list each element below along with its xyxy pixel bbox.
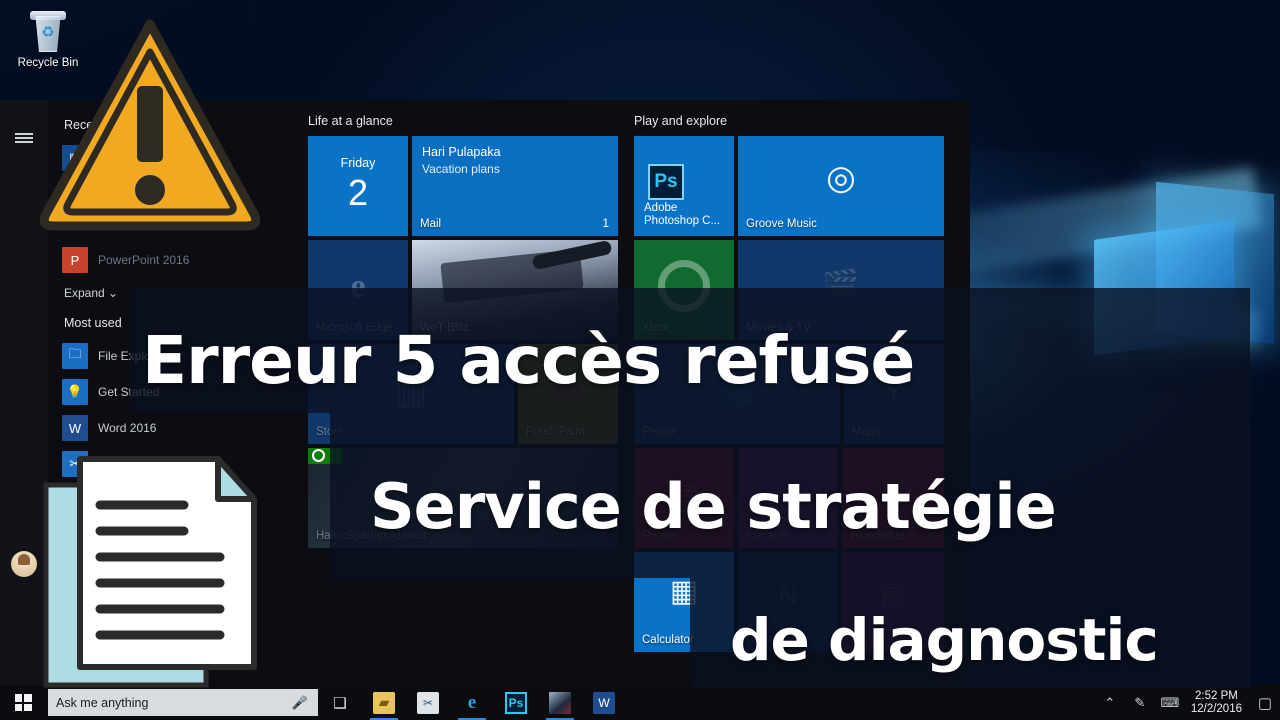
- chevron-up-icon[interactable]: ⌃: [1095, 695, 1125, 711]
- clock[interactable]: 2:52 PM 12/2/2016: [1185, 690, 1252, 716]
- microphone-icon[interactable]: 🎤: [292, 695, 308, 711]
- taskbar-app-game[interactable]: [538, 685, 582, 720]
- list-item-label: PowerPoint 2016: [98, 253, 190, 267]
- taskbar-app-snipping-tool[interactable]: ✂: [406, 685, 450, 720]
- taskbar-app-word[interactable]: W: [582, 685, 626, 720]
- action-center-icon[interactable]: ▢: [1252, 694, 1278, 712]
- list-item-label: Word 2016: [98, 421, 157, 435]
- clock-time: 2:52 PM: [1195, 689, 1238, 702]
- folder-icon: ▰: [373, 691, 395, 714]
- tile-calendar[interactable]: Friday 2: [308, 136, 408, 236]
- tile-label: Mail: [420, 218, 442, 230]
- tile-label: Calculator: [642, 634, 694, 646]
- calendar-date-number: 2: [347, 172, 369, 213]
- powerpoint-icon: P: [62, 247, 88, 273]
- list-item[interactable]: P PowerPoint 2016: [62, 242, 300, 278]
- list-item[interactable]: W Word 2016: [62, 410, 300, 446]
- expand-label: Expand: [64, 286, 105, 300]
- edge-icon: e: [467, 691, 477, 713]
- pen-icon[interactable]: ✎: [1125, 695, 1155, 711]
- tile-label: Adobe Photoshop C...: [644, 202, 721, 227]
- tile-label: Groove Music: [746, 218, 817, 230]
- game-icon: [549, 691, 571, 714]
- tile-group-title-life: Life at a glance: [308, 114, 393, 128]
- system-tray: ⌃ ✎ ⌨ 2:52 PM 12/2/2016 ▢: [1095, 685, 1280, 720]
- tile-groove-music[interactable]: ◎ Groove Music: [738, 136, 944, 236]
- mail-unread-count: 1: [602, 216, 609, 230]
- tile-photoshop[interactable]: Ps Adobe Photoshop C...: [634, 136, 734, 236]
- word-icon: W: [62, 415, 88, 441]
- word-icon: W: [593, 691, 615, 714]
- mail-subject: Vacation plans: [422, 162, 500, 176]
- document-icon: [42, 455, 272, 695]
- groove-music-icon: ◎: [826, 159, 856, 197]
- clock-date: 12/2/2016: [1190, 702, 1242, 715]
- windows-logo-icon: [14, 694, 32, 711]
- tile-group-title-play: Play and explore: [634, 114, 728, 128]
- start-button[interactable]: [0, 685, 46, 720]
- mail-sender: Hari Pulapaka: [422, 145, 501, 159]
- task-view-icon: ❑: [333, 694, 347, 712]
- folder-icon: 🗀: [62, 343, 88, 369]
- warning-triangle-icon: [39, 18, 261, 240]
- screen: ♻ Recycle Bin ⚙ ⏻ Recently added ▦: [0, 0, 1280, 720]
- keyboard-icon[interactable]: ⌨: [1155, 695, 1185, 711]
- photoshop-icon: Ps: [648, 164, 684, 200]
- calendar-day: Friday: [340, 156, 376, 170]
- headline-line-1: Erreur 5 accès refusé: [142, 322, 915, 399]
- lightbulb-icon: 💡: [62, 379, 88, 405]
- tile-mail[interactable]: Hari Pulapaka Vacation plans Mail 1: [412, 136, 618, 236]
- taskbar-app-file-explorer[interactable]: ▰: [362, 685, 406, 720]
- taskbar-app-photoshop[interactable]: Ps: [494, 685, 538, 720]
- headline-line-3: de diagnostic: [730, 606, 1159, 674]
- task-view-button[interactable]: ❑: [318, 685, 362, 720]
- taskbar-app-microsoft-edge[interactable]: e: [450, 685, 494, 720]
- headline-line-2: Service de stratégie: [370, 470, 1057, 543]
- search-placeholder: Ask me anything: [56, 695, 149, 710]
- snipping-tool-icon: ✂: [417, 691, 439, 714]
- photoshop-icon: Ps: [505, 691, 527, 714]
- chevron-down-icon: ⌄: [108, 286, 119, 300]
- user-avatar[interactable]: [0, 540, 48, 588]
